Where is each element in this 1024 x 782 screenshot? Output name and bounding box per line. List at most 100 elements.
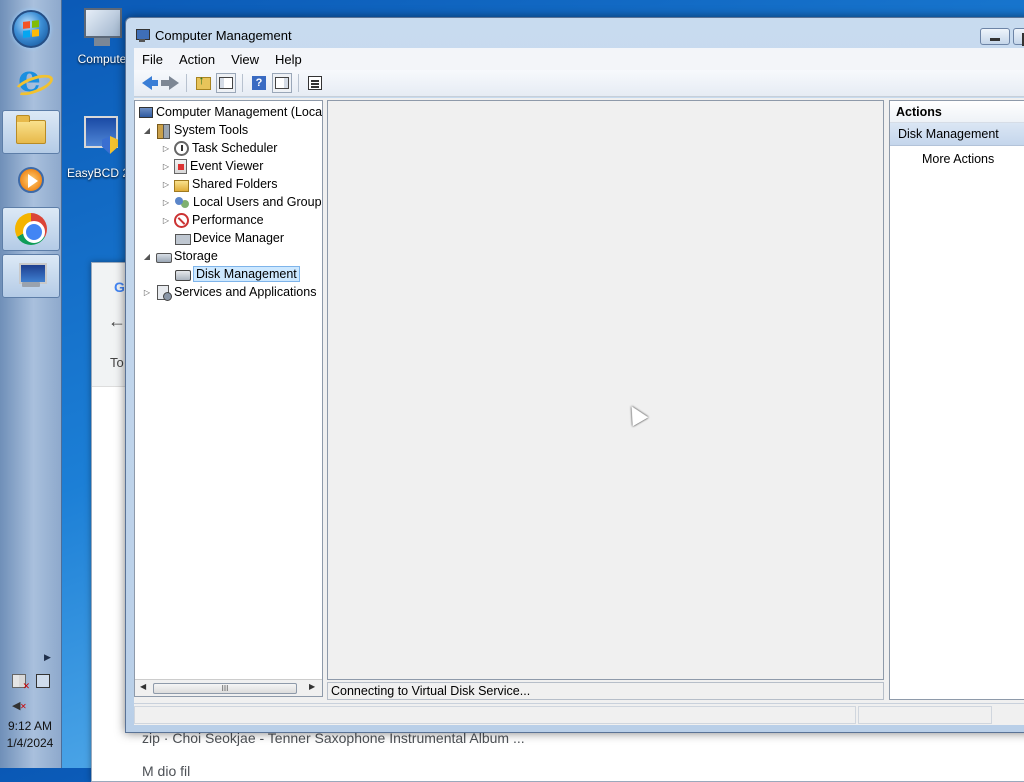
clock-time: 9:12 AM: [7, 719, 53, 733]
tree-item-system-tools[interactable]: ◢ System Tools: [141, 121, 248, 139]
clock[interactable]: 9:12 AM 1/4/2024: [0, 718, 60, 752]
volume-muted-icon[interactable]: [12, 698, 27, 712]
action-center-icon[interactable]: [12, 674, 30, 692]
minimize-button[interactable]: [980, 28, 1010, 45]
toolbar: ?: [134, 70, 1024, 97]
taskbar-computer-management[interactable]: [2, 254, 60, 298]
show-hide-action-pane-button[interactable]: [272, 73, 292, 93]
taskbar-ie[interactable]: [2, 58, 60, 104]
users-icon: [174, 195, 190, 209]
expand-arrow-icon[interactable]: ▷: [160, 144, 172, 153]
show-hide-console-tree-button[interactable]: [216, 73, 236, 93]
taskbar-media-player[interactable]: [2, 158, 60, 202]
desktop-icon-label: Compute: [77, 52, 127, 66]
expand-arrow-icon[interactable]: ▷: [160, 180, 172, 189]
shared-folder-icon: [174, 179, 189, 192]
computer-management-icon: [139, 106, 153, 118]
more-actions-link[interactable]: More Actions: [890, 146, 1024, 166]
console-tree[interactable]: Computer Management (Local ◢ System Tool…: [134, 100, 323, 697]
toolbar-separator: [186, 74, 187, 92]
taskbar-explorer[interactable]: [2, 110, 60, 154]
menu-view[interactable]: View: [223, 52, 267, 67]
toolbar-separator: [242, 74, 243, 92]
tree-item-label: Event Viewer: [190, 159, 264, 173]
computer-management-icon: [135, 28, 150, 42]
taskbar-chrome[interactable]: [2, 207, 60, 251]
computer-icon: [80, 8, 124, 48]
tree-item-task-scheduler[interactable]: ▷ Task Scheduler: [160, 139, 277, 157]
internet-explorer-icon: [16, 58, 46, 100]
menu-help[interactable]: Help: [267, 52, 310, 67]
help-button[interactable]: ?: [249, 73, 269, 93]
tree-item-label: Performance: [192, 213, 264, 227]
expand-arrow-icon[interactable]: ▷: [160, 198, 172, 207]
tree-item-local-users[interactable]: ▷ Local Users and Groups: [160, 193, 323, 211]
network-icon[interactable]: [36, 674, 50, 688]
desktop-icon-easybcd[interactable]: EasyBCD 2: [66, 114, 130, 180]
computer-management-icon: [16, 263, 47, 289]
clock-icon: [174, 140, 189, 156]
device-manager-icon: [174, 231, 191, 245]
title-bar: Computer Management: [135, 25, 292, 45]
tree-item-label: Local Users and Groups: [193, 195, 323, 209]
tree-item-performance[interactable]: ▷ Performance: [160, 211, 264, 229]
window-status-bar: [134, 703, 1024, 725]
properties-icon: [308, 76, 322, 90]
actions-section-disk-management[interactable]: Disk Management: [890, 123, 1024, 146]
up-one-level-button[interactable]: [193, 73, 213, 93]
menu-file[interactable]: File: [134, 52, 171, 67]
tree-item-device-manager[interactable]: Device Manager: [172, 229, 284, 247]
window-title: Computer Management: [155, 27, 292, 43]
media-player-icon: [18, 167, 44, 193]
status-bar-segment: [858, 706, 992, 724]
back-arrow-icon: [142, 76, 158, 90]
tree-item-label: Disk Management: [193, 266, 300, 282]
expand-arrow-icon[interactable]: ▷: [160, 216, 172, 225]
forward-button[interactable]: [160, 73, 180, 93]
tree-item-label: Services and Applications: [174, 285, 317, 299]
tree-item-event-viewer[interactable]: ▷ Event Viewer: [160, 157, 263, 175]
maximize-button[interactable]: [1013, 28, 1024, 46]
desktop-icon-label: EasyBCD 2: [66, 166, 130, 180]
up-folder-icon: [195, 73, 211, 90]
status-text: Connecting to Virtual Disk Service...: [327, 682, 884, 700]
search-result-snippet-2[interactable]: M dio fil: [142, 763, 190, 779]
tree-item-root[interactable]: Computer Management (Local: [137, 103, 322, 121]
collapse-arrow-icon[interactable]: ◢: [141, 126, 153, 135]
horizontal-scrollbar[interactable]: ◀ III ▶: [135, 679, 322, 696]
tree-item-disk-management[interactable]: Disk Management: [172, 265, 300, 283]
event-viewer-icon: [174, 158, 187, 174]
tree-item-label: System Tools: [174, 123, 249, 137]
actions-pane: Actions Disk Management More Actions: [889, 100, 1024, 700]
show-hidden-icons-arrow[interactable]: ▶: [44, 652, 51, 663]
status-bar-segment: [134, 706, 856, 724]
computer-management-window[interactable]: Computer Management File Action View Hel…: [125, 17, 1024, 733]
tree-item-storage[interactable]: ◢ Storage: [141, 247, 218, 265]
start-button[interactable]: [12, 10, 50, 48]
easybcd-icon: [76, 114, 120, 162]
details-pane[interactable]: [327, 100, 884, 680]
tree-item-label: Task Scheduler: [192, 141, 278, 155]
scroll-right-arrow-icon[interactable]: ▶: [309, 682, 315, 691]
actions-header: Actions: [890, 101, 1024, 123]
tree-item-label: Shared Folders: [192, 177, 278, 191]
collapse-arrow-icon[interactable]: ◢: [141, 252, 153, 261]
tree-item-services[interactable]: ▷ Services and Applications: [141, 283, 316, 301]
chrome-icon: [15, 213, 47, 245]
back-arrow-icon[interactable]: ←: [108, 311, 126, 332]
menu-action[interactable]: Action: [171, 52, 223, 67]
scroll-left-arrow-icon[interactable]: ◀: [140, 682, 146, 691]
properties-button[interactable]: [305, 73, 325, 93]
storage-icon: [155, 249, 172, 263]
expand-arrow-icon[interactable]: ▷: [160, 162, 172, 171]
tree-item-shared-folders[interactable]: ▷ Shared Folders: [160, 175, 277, 193]
scroll-thumb[interactable]: III: [153, 683, 297, 694]
expand-arrow-icon[interactable]: ▷: [141, 288, 153, 297]
clock-date: 1/4/2024: [6, 736, 54, 750]
back-button[interactable]: [137, 73, 158, 93]
google-icon: G: [114, 279, 125, 295]
console-tree-icon: [219, 77, 233, 89]
tree-item-label: Storage: [174, 249, 218, 263]
forward-arrow-icon: [161, 76, 179, 90]
help-icon: ?: [252, 76, 266, 90]
